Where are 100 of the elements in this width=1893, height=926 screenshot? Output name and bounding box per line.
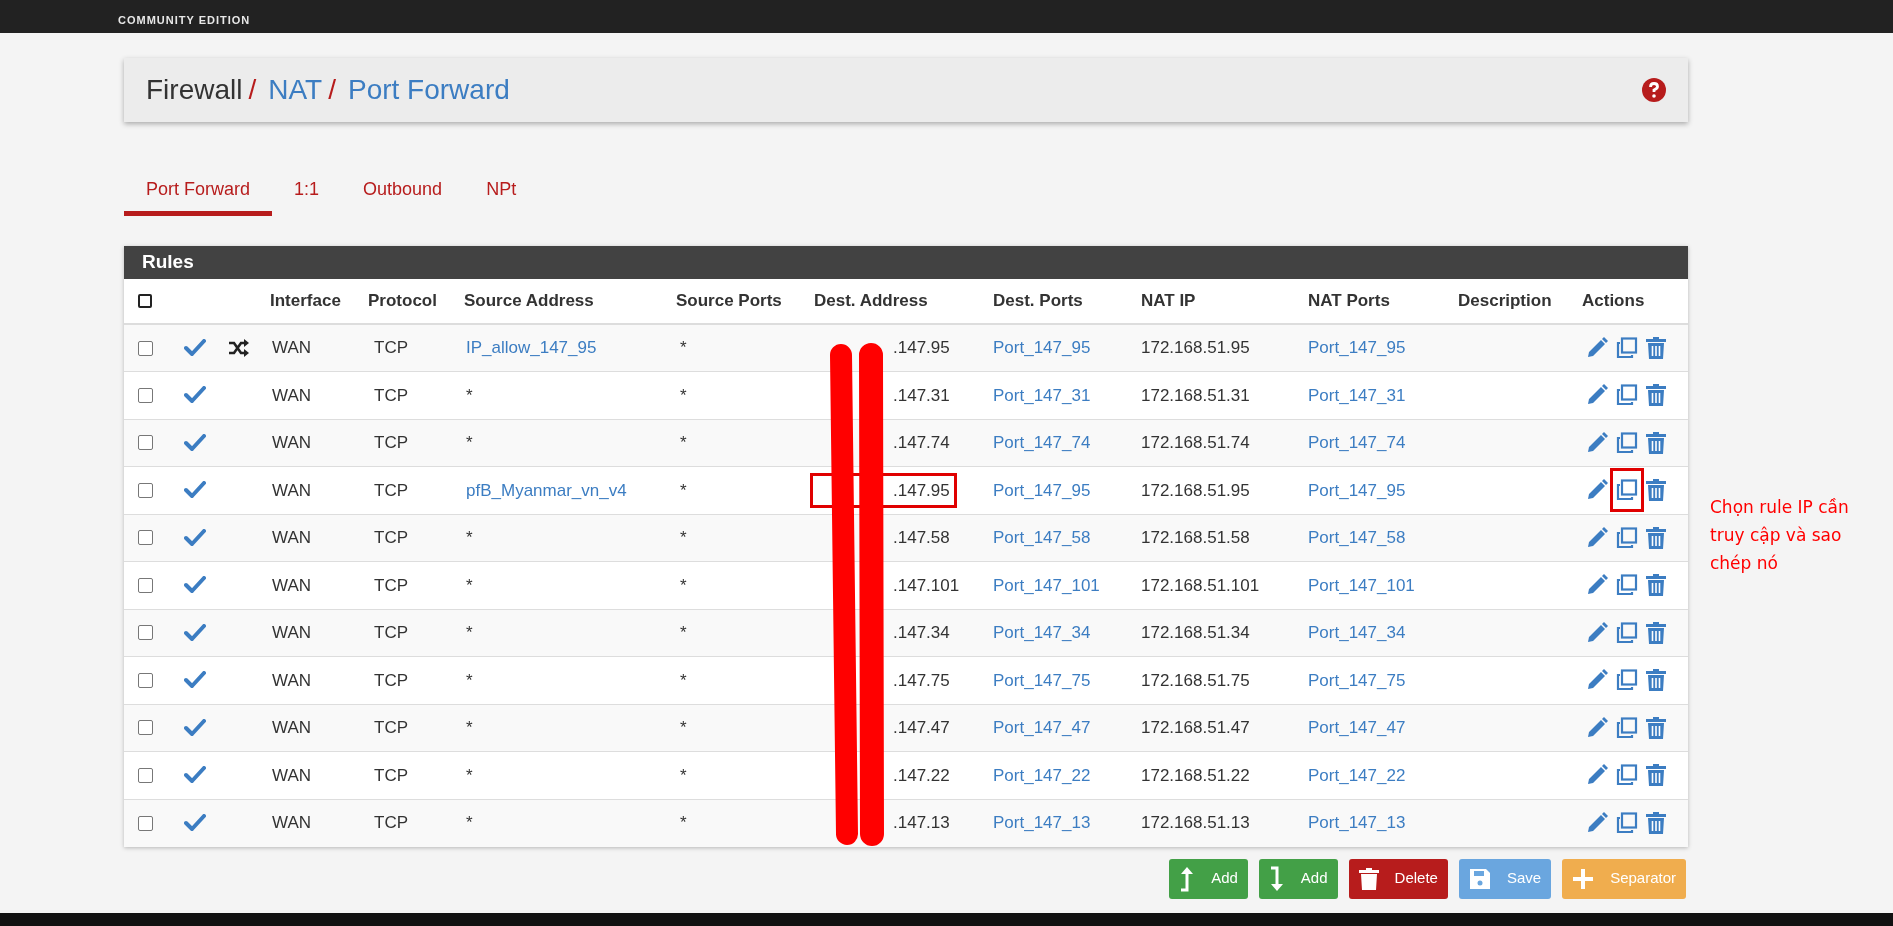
table-cell: * <box>466 765 473 785</box>
trash-icon[interactable] <box>1646 812 1666 834</box>
table-cell-text: .147.58 <box>892 527 951 549</box>
pencil-icon[interactable] <box>1586 431 1608 454</box>
table-cell: * <box>680 813 687 833</box>
table-cell: WAN <box>272 575 312 595</box>
copy-icon[interactable] <box>1616 669 1638 692</box>
alias-link[interactable]: Port_147_75 <box>1308 670 1406 690</box>
table-cell: 172.168.51.74 <box>1141 433 1250 452</box>
table-cell: TCP <box>374 575 408 595</box>
trash-icon[interactable] <box>1646 716 1666 739</box>
alias-link[interactable]: Port_147_47 <box>993 718 1091 737</box>
copy-icon[interactable] <box>1616 621 1638 644</box>
trash-icon[interactable] <box>1646 479 1666 502</box>
trash-icon[interactable] <box>1646 526 1666 549</box>
row-checkbox[interactable] <box>138 435 153 451</box>
pencil-icon[interactable] <box>1586 526 1608 549</box>
alias-link[interactable]: Port_147_31 <box>1308 385 1406 405</box>
plus-icon <box>1572 867 1595 890</box>
copy-icon[interactable] <box>1616 574 1638 597</box>
tab[interactable]: NPt <box>464 168 539 216</box>
copy-icon[interactable] <box>1616 431 1638 454</box>
pencil-icon[interactable] <box>1586 384 1608 407</box>
highlighted-table-cell: .147.95 <box>810 472 957 508</box>
alias-link[interactable]: Port_147_74 <box>993 433 1091 452</box>
trash-icon[interactable] <box>1646 621 1666 644</box>
alias-link[interactable]: Port_147_74 <box>1308 433 1406 452</box>
row-checkbox[interactable] <box>138 387 153 403</box>
tab[interactable]: 1:1 <box>272 168 342 216</box>
copy-icon[interactable] <box>1616 526 1638 549</box>
alias-link[interactable]: Port_147_34 <box>993 623 1091 642</box>
breadcrumb-link[interactable]: Port Forward <box>347 69 510 111</box>
alias-link[interactable]: Port_147_58 <box>993 528 1091 547</box>
alias-link[interactable]: Port_147_47 <box>1308 718 1406 737</box>
copy-icon[interactable] <box>1616 764 1638 787</box>
alias-link[interactable]: Port_147_95 <box>993 480 1091 500</box>
row-checkbox[interactable] <box>138 720 153 736</box>
help-icon[interactable] <box>1642 78 1666 102</box>
alias-link[interactable]: Port_147_95 <box>1308 338 1406 358</box>
select-all-checkbox[interactable] <box>138 294 152 308</box>
row-checkbox[interactable] <box>138 815 153 831</box>
breadcrumb-separator: / <box>328 73 336 107</box>
table-cell: 172.168.51.22 <box>1141 765 1250 785</box>
alias-link[interactable]: Port_147_101 <box>1308 575 1415 595</box>
alias-link[interactable]: IP_allow_147_95 <box>466 338 597 358</box>
alias-link[interactable]: Port_147_95 <box>1308 480 1406 500</box>
pencil-icon[interactable] <box>1586 669 1608 692</box>
copy-icon[interactable] <box>1616 812 1638 834</box>
row-checkbox[interactable] <box>138 482 153 498</box>
column-header: Dest. Address <box>814 291 928 311</box>
alias-link[interactable]: Port_147_95 <box>993 338 1091 358</box>
breadcrumb-link[interactable]: NAT <box>268 69 323 111</box>
pencil-icon[interactable] <box>1586 812 1608 834</box>
column-header: Dest. Ports <box>993 291 1083 311</box>
alias-link[interactable]: Port_147_13 <box>1308 813 1406 833</box>
delete-button[interactable]: Delete <box>1348 858 1448 899</box>
tab[interactable]: Port Forward <box>124 168 273 216</box>
alias-link[interactable]: Port_147_34 <box>1308 623 1406 642</box>
alias-link[interactable]: pfB_Myanmar_vn_v4 <box>466 480 627 500</box>
alias-link[interactable]: Port_147_22 <box>1308 765 1406 785</box>
trash-icon[interactable] <box>1646 574 1666 597</box>
alias-link[interactable]: Port_147_101 <box>993 575 1100 595</box>
add-button[interactable]: Add <box>1169 858 1248 899</box>
row-checkbox[interactable] <box>138 577 153 593</box>
alias-link[interactable]: Port_147_22 <box>993 765 1091 785</box>
row-checkbox[interactable] <box>138 530 153 546</box>
trash-icon[interactable] <box>1646 384 1666 407</box>
trash-icon[interactable] <box>1646 669 1666 692</box>
arrow-up-icon <box>1179 865 1196 892</box>
alias-link[interactable]: Port_147_58 <box>1308 528 1406 547</box>
pencil-icon[interactable] <box>1586 337 1608 359</box>
row-checkbox[interactable] <box>138 625 153 641</box>
table-cell: * <box>680 385 687 405</box>
pencil-icon[interactable] <box>1586 716 1608 739</box>
alias-link[interactable]: Port_147_13 <box>993 813 1091 833</box>
table-cell-text: .147.95 <box>892 337 951 360</box>
pencil-icon[interactable] <box>1586 574 1608 597</box>
edition-label: COMMUNITY EDITION <box>118 12 251 28</box>
row-checkbox[interactable] <box>138 340 153 356</box>
pencil-icon[interactable] <box>1586 479 1608 502</box>
alias-link[interactable]: Port_147_31 <box>993 385 1091 405</box>
alias-link[interactable]: Port_147_75 <box>993 670 1091 690</box>
save-button[interactable]: Save <box>1458 858 1552 899</box>
table-cell: 172.168.51.47 <box>1141 718 1250 737</box>
table-cell: * <box>466 528 473 547</box>
row-checkbox[interactable] <box>138 767 153 783</box>
table-cell: TCP <box>374 433 408 452</box>
trash-icon[interactable] <box>1646 337 1666 359</box>
table-cell: WAN <box>272 528 312 547</box>
copy-icon[interactable] <box>1616 716 1638 739</box>
trash-icon[interactable] <box>1646 764 1666 787</box>
copy-icon[interactable] <box>1616 479 1638 502</box>
copy-icon[interactable] <box>1616 337 1638 359</box>
trash-icon[interactable] <box>1646 431 1666 454</box>
tab[interactable]: Outbound <box>341 168 465 216</box>
pencil-icon[interactable] <box>1586 621 1608 644</box>
add-button[interactable]: Add <box>1258 858 1338 899</box>
row-checkbox[interactable] <box>138 672 153 688</box>
pencil-icon[interactable] <box>1586 764 1608 787</box>
copy-icon[interactable] <box>1616 384 1638 407</box>
